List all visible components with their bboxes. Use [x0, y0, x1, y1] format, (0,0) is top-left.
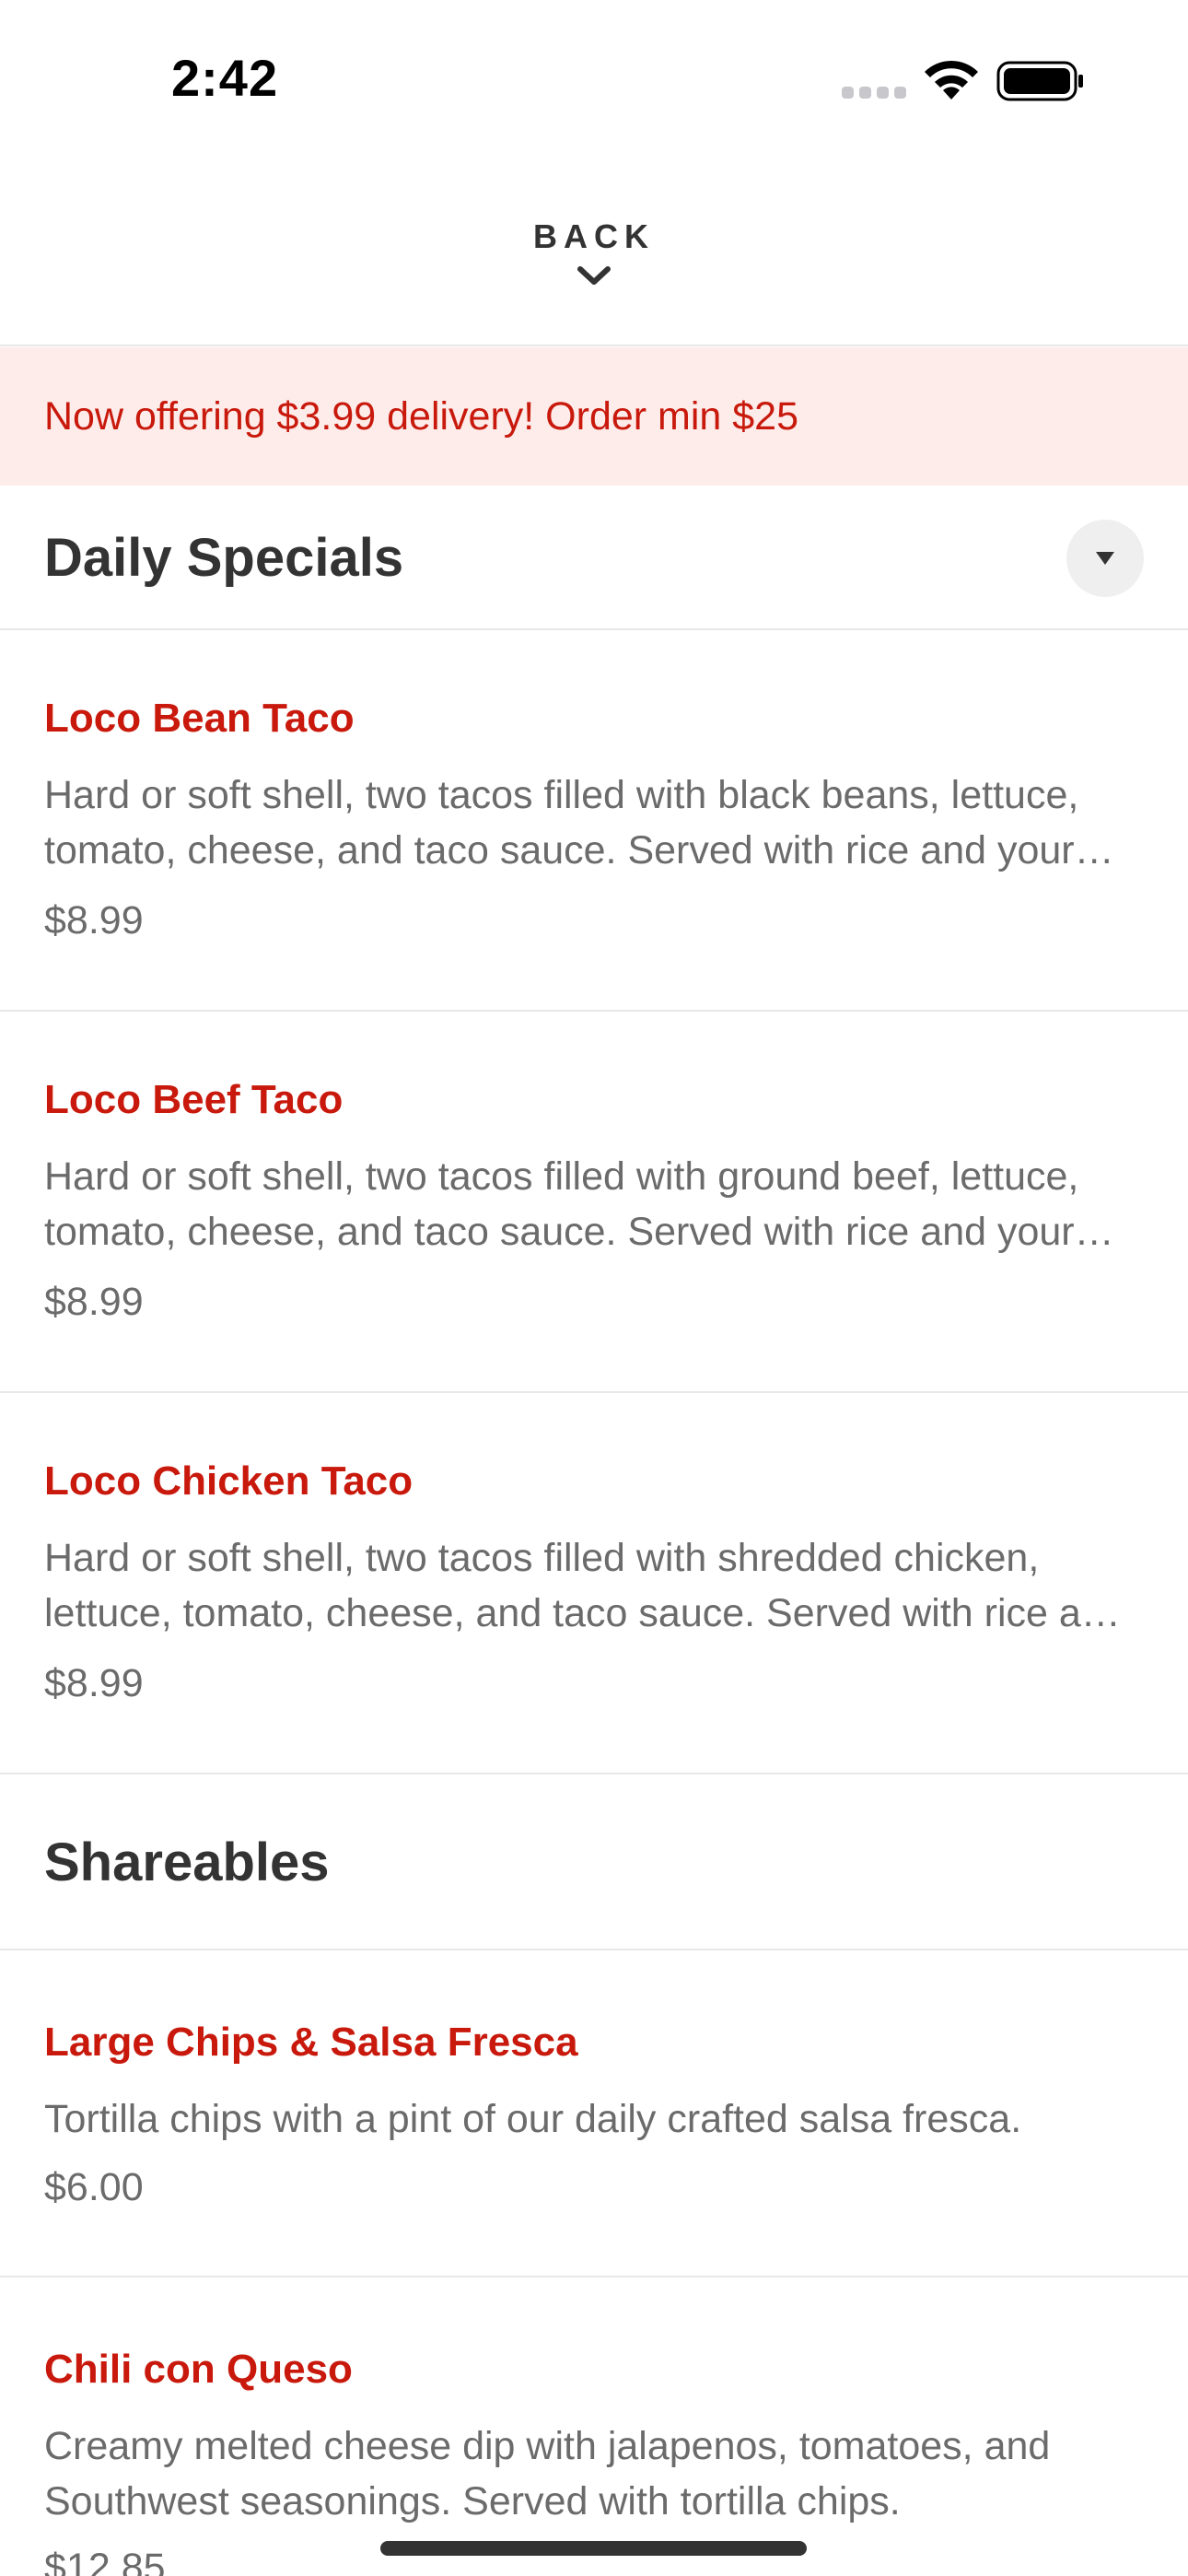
item-name: Chili con Queso [44, 2347, 353, 2392]
item-price: $8.99 [44, 898, 144, 943]
menu-screen: 2:42 BACK Now offering $3.99 delivery! O… [0, 0, 1188, 2576]
section-header-daily-specials: Daily Specials [0, 486, 1188, 630]
section-title: Daily Specials [44, 527, 404, 588]
wifi-icon [925, 60, 978, 100]
promo-text: Now offering $3.99 delivery! Order min $… [44, 393, 799, 439]
header: BACK [0, 157, 1188, 346]
item-name: Loco Chicken Taco [44, 1458, 413, 1504]
home-indicator[interactable] [380, 2541, 807, 2556]
item-description: Hard or soft shell, two tacos filled wit… [44, 1154, 1114, 1254]
section-toggle-button[interactable] [1066, 520, 1144, 597]
item-price: $6.00 [44, 2165, 144, 2209]
section-title: Shareables [44, 1832, 330, 1892]
back-label: BACK [533, 217, 655, 255]
menu-item-chili-con-queso[interactable]: Chili con Queso Creamy melted cheese dip… [0, 2278, 1188, 2576]
item-name: Large Chips & Salsa Fresca [44, 2020, 578, 2065]
menu-item-loco-chicken-taco[interactable]: Loco Chicken Taco Hard or soft shell, tw… [0, 1394, 1188, 1774]
menu-item-loco-beef-taco[interactable]: Loco Beef Taco Hard or soft shell, two t… [0, 1013, 1188, 1393]
item-price: $8.99 [44, 1661, 144, 1705]
item-price: $12.85 [44, 2546, 166, 2576]
promo-banner: Now offering $3.99 delivery! Order min $… [0, 347, 1188, 486]
item-name: Loco Beef Taco [44, 1077, 344, 1122]
menu-item-large-chips-salsa[interactable]: Large Chips & Salsa Fresca Tortilla chip… [0, 1951, 1188, 2277]
menu-item-loco-bean-taco[interactable]: Loco Bean Taco Hard or soft shell, two t… [0, 631, 1188, 1012]
back-button[interactable]: BACK [479, 217, 709, 319]
item-description: Hard or soft shell, two tacos filled wit… [44, 1536, 1121, 1635]
section-header-shareables: Shareables [0, 1775, 1188, 1950]
status-time: 2:42 [171, 49, 279, 107]
item-price: $8.99 [44, 1280, 144, 1324]
item-name: Loco Bean Taco [44, 696, 355, 741]
caret-down-icon [1096, 552, 1114, 565]
status-bar: 2:42 [0, 0, 1188, 157]
item-description: Creamy melted cheese dip with jalapenos,… [44, 2424, 1051, 2523]
cellular-signal-icon [842, 87, 906, 100]
chevron-down-icon [577, 266, 611, 285]
battery-icon [996, 61, 1083, 101]
item-description: Hard or soft shell, two tacos filled wit… [44, 773, 1114, 872]
item-description: Tortilla chips with a pint of our daily … [44, 2097, 1022, 2141]
